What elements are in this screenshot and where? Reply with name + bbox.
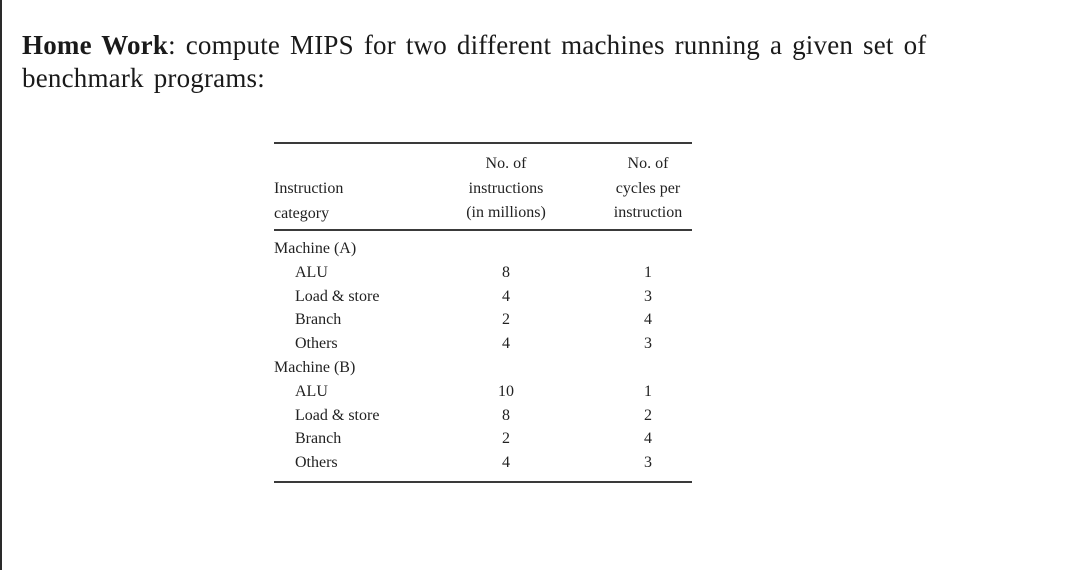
instructions-cell: 2	[502, 311, 510, 329]
category-cell: Others	[295, 335, 338, 353]
instructions-cell: 2	[502, 430, 510, 448]
category-cell: Load & store	[295, 287, 380, 305]
instructions-cell: 4	[502, 287, 510, 305]
category-cell: Others	[295, 454, 338, 472]
benchmark-table: Instruction category No. of instructions…	[274, 142, 692, 483]
instructions-cell: 8	[502, 406, 510, 424]
cpi-cell: 2	[644, 406, 652, 424]
table-row: Others 4 3	[274, 332, 692, 356]
cpi-cell: 1	[644, 263, 652, 281]
instructions-cell: 4	[502, 335, 510, 353]
table-row: Load & store 4 3	[274, 285, 692, 309]
header-instruction-category: Instruction category	[274, 177, 343, 226]
category-cell: Branch	[295, 430, 342, 448]
group-row-machine-a: Machine (A)	[274, 237, 692, 261]
page-left-border	[0, 0, 2, 570]
category-cell: ALU	[295, 263, 328, 281]
table-bottom-rule	[274, 480, 692, 483]
cpi-cell: 1	[644, 382, 652, 400]
table-row: ALU 10 1	[274, 380, 692, 404]
group-row-machine-b: Machine (B)	[274, 356, 692, 380]
table-body: Machine (A) ALU 8 1 Load & store 4 3 Bra…	[274, 231, 692, 481]
header-line: (in millions)	[466, 204, 546, 221]
table-row: ALU 8 1	[274, 261, 692, 285]
cpi-cell: 3	[644, 335, 652, 353]
header-line: instruction	[613, 204, 683, 221]
header-cycles-per-instruction: No. of cycles per instruction	[598, 152, 698, 226]
table-row: Branch 2 4	[274, 427, 692, 451]
category-cell: ALU	[295, 382, 328, 400]
homework-label: Home Work	[22, 30, 169, 60]
category-cell: Load & store	[295, 406, 380, 424]
header-line: No. of	[485, 155, 527, 172]
table-row: Load & store 8 2	[274, 404, 692, 428]
header-line: cycles per	[615, 179, 681, 197]
table-header: Instruction category No. of instructions…	[274, 144, 692, 229]
group-label: Machine (A)	[274, 240, 357, 257]
group-label: Machine (B)	[274, 358, 356, 376]
table-row: Branch 2 4	[274, 308, 692, 332]
table-row: Others 4 3	[274, 451, 692, 475]
homework-prompt: Home Work: compute MIPS for two differen…	[22, 29, 1022, 95]
header-line: instructions	[468, 179, 544, 197]
header-num-instructions: No. of instructions (in millions)	[446, 152, 566, 226]
cpi-cell: 3	[644, 287, 652, 305]
instructions-cell: 8	[502, 263, 510, 281]
header-line: No. of	[627, 155, 669, 172]
cpi-cell: 3	[644, 454, 652, 472]
header-line: category	[274, 204, 330, 222]
category-cell: Branch	[295, 311, 342, 329]
header-line: Instruction	[274, 180, 344, 197]
instructions-cell: 4	[502, 454, 510, 472]
cpi-cell: 4	[644, 311, 652, 329]
cpi-cell: 4	[644, 430, 652, 448]
instructions-cell: 10	[498, 382, 514, 400]
